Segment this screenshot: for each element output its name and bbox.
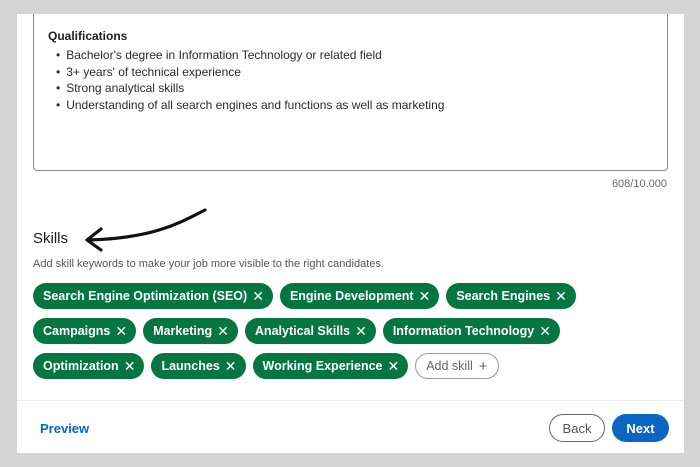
qualifications-list: Bachelor's degree in Information Technol… (48, 47, 653, 113)
skill-chip-label: Campaigns (43, 324, 111, 338)
preview-link[interactable]: Preview (40, 421, 89, 436)
skill-chip[interactable]: Launches ✕ (151, 353, 246, 379)
plus-icon: + (478, 357, 488, 375)
skills-chip-list: Search Engine Optimization (SEO) ✕ Engine… (33, 283, 673, 388)
skill-chip[interactable]: Campaigns ✕ (33, 318, 137, 344)
skill-chip-label: Working Experience (262, 359, 383, 373)
qualification-item: Bachelor's degree in Information Technol… (48, 47, 653, 64)
skill-chip[interactable]: Optimization ✕ (33, 353, 145, 379)
skill-chip[interactable]: Working Experience ✕ (252, 353, 409, 379)
close-icon[interactable]: ✕ (252, 289, 264, 303)
skill-chip[interactable]: Search Engine Optimization (SEO) ✕ (33, 283, 273, 309)
skill-chip-label: Optimization (43, 359, 119, 373)
add-skill-label: Add skill (426, 359, 473, 373)
skill-chip-label: Engine Development (289, 289, 414, 303)
job-post-card: Qualifications Bachelor's degree in Info… (17, 14, 684, 453)
skill-chip-label: Search Engines (456, 289, 551, 303)
skill-chip[interactable]: Engine Development ✕ (279, 283, 440, 309)
skill-chip[interactable]: Information Technology ✕ (382, 318, 560, 344)
qualification-item: Strong analytical skills (48, 80, 653, 97)
next-button[interactable]: Next (612, 414, 669, 442)
skill-chip[interactable]: Analytical Skills ✕ (244, 318, 376, 344)
skills-heading: Skills (33, 230, 69, 247)
close-icon[interactable]: ✕ (115, 324, 127, 338)
skills-help-text: Add skill keywords to make your job more… (33, 258, 384, 270)
close-icon[interactable]: ✕ (387, 359, 399, 373)
skill-chip-label: Information Technology (392, 324, 535, 338)
chip-row: Search Engine Optimization (SEO) ✕ Engine… (33, 283, 673, 309)
qualifications-heading: Qualifications (48, 29, 128, 43)
character-count: 608/10.000 (611, 178, 667, 190)
close-icon[interactable]: ✕ (124, 359, 136, 373)
skill-chip-label: Analytical Skills (254, 324, 351, 338)
close-icon[interactable]: ✕ (539, 324, 551, 338)
close-icon[interactable]: ✕ (217, 324, 229, 338)
chip-row: Campaigns ✕ Marketing ✕ Analytical Skills ✕… (33, 318, 673, 344)
description-textarea[interactable]: Qualifications Bachelor's degree in Info… (33, 14, 668, 171)
chip-row: Optimization ✕ Launches ✕ Working Experien… (33, 353, 673, 379)
close-icon[interactable]: ✕ (419, 289, 431, 303)
back-button[interactable]: Back (549, 414, 605, 442)
skill-chip[interactable]: Search Engines ✕ (446, 283, 576, 309)
close-icon[interactable]: ✕ (225, 359, 237, 373)
skill-chip-label: Search Engine Optimization (SEO) (43, 289, 248, 303)
skill-chip-label: Launches (161, 359, 220, 373)
close-icon[interactable]: ✕ (555, 289, 567, 303)
footer-divider (17, 400, 684, 401)
curved-arrow-icon (85, 208, 207, 252)
close-icon[interactable]: ✕ (355, 324, 367, 338)
skill-chip[interactable]: Marketing ✕ (143, 318, 238, 344)
skill-chip-label: Marketing (153, 324, 213, 338)
add-skill-button[interactable]: Add skill + (415, 353, 499, 379)
qualification-item: Understanding of all search engines and … (48, 97, 653, 114)
qualification-item: 3+ years' of technical experience (48, 64, 653, 81)
